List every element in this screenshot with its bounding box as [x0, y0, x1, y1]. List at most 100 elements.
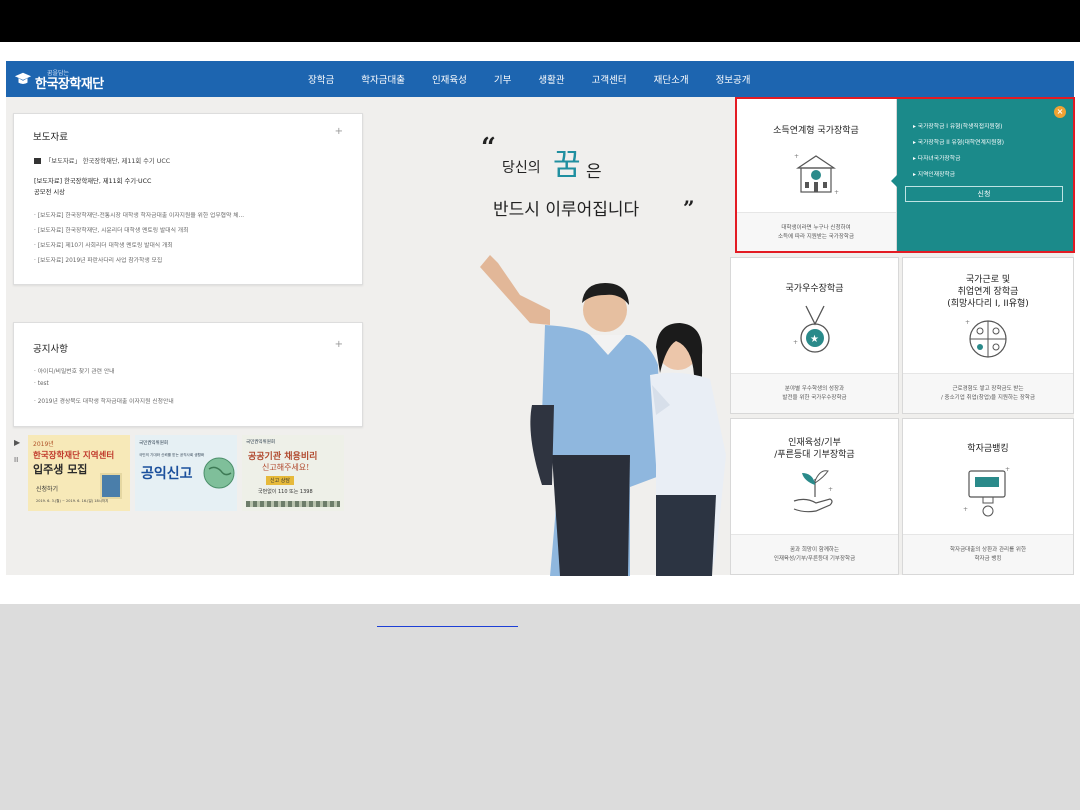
- svg-text:+: +: [1005, 466, 1010, 473]
- press-headline-1[interactable]: [보도자료] 한국장학재단, 제11회 수기·UCC: [34, 176, 151, 185]
- svg-text:★: ★: [810, 334, 819, 345]
- graduation-cap-icon: [14, 72, 32, 84]
- press-featured[interactable]: 「보도자료」 한국장학재단, 제11회 수기 UCC: [34, 156, 170, 165]
- underlined-link[interactable]: [377, 626, 518, 627]
- banner-play-button[interactable]: ▶: [14, 438, 20, 447]
- dorm-recruit-banner[interactable]: 2019년 한국장학재단 지역센터 입주생 모집 신청하기 2019. 6. 3…: [28, 435, 130, 511]
- press-title: 보도자료: [33, 132, 68, 143]
- card-excellence-desc: 분야별 우수학생의 성장과발전을 위한 국가우수장학금: [731, 373, 898, 413]
- public-report-banner[interactable]: 국민권익위원회 국민의 기대와 신뢰를 받는 공직사회 생활화 공익신고: [135, 435, 237, 511]
- card-excellence-desc-2: 발전을 위한 국가우수장학금: [782, 395, 847, 401]
- card-talent-donation-scholarship[interactable]: 인재육성/기부 /푸른등대 기부장학금 + 꿈과 희망이 함께하는인재육성/기부…: [730, 418, 899, 575]
- medal-icon: ★ +: [793, 305, 830, 353]
- svg-text:+: +: [963, 506, 968, 513]
- notice-item[interactable]: · test: [34, 381, 49, 387]
- banner3-tag: 신고 상담: [266, 476, 294, 485]
- card-talent-desc-1: 꿈과 희망이 함께하는: [789, 547, 840, 553]
- newspaper-icon: [34, 158, 41, 164]
- card-work-desc-2: / 중소기업 취업(창업)을 지원하는 장학금: [940, 395, 1036, 401]
- banner2-org: 국민권익위원회: [139, 441, 168, 446]
- top-menu: 장학금 학자금대출 인재육성 기부 생활관 고객센터 재단소개 정보공개: [306, 61, 751, 97]
- menu-customer-center[interactable]: 고객센터: [592, 72, 627, 86]
- press-item-text: [보도자료] 2019년 파란사다리 사업 참가학생 모집: [37, 258, 163, 264]
- notice-item-text: 아이디/비밀번호 찾기 관련 안내: [37, 369, 115, 375]
- card-work-title-2: 취업연계 장학금: [957, 287, 1019, 297]
- notice-item-text: 2019년 경상북도 대학생 학자금대출 이자지원 신청안내: [37, 399, 174, 405]
- site-logo[interactable]: 꿈을담는 한국장학재단: [14, 66, 104, 92]
- students-photo: [480, 255, 726, 576]
- menu-dormitory[interactable]: 생활관: [538, 72, 564, 86]
- card-talent-desc-2: 인재육성/기부/푸른등대 기부장학금: [773, 556, 856, 562]
- card-work-desc: 근로경험도 쌓고 장학금도 받는 / 중소기업 취업(창업)을 지원하는 장학금: [903, 373, 1073, 413]
- banner3-org: 국민권익위원회: [246, 440, 275, 445]
- banner1-title-2: 입주생 모집: [33, 463, 88, 476]
- press-item-text: [보도자료] 제10기 사회리더 대학생 멘토링 발대식 개최: [37, 243, 173, 249]
- monitor-icon: + +: [963, 466, 1010, 517]
- press-item-text: [보도자료] 한국장학재단, 시윤리더 대학생 멘토링 발대식 개최: [37, 228, 189, 234]
- card-excellence-desc-1: 분야별 우수학생의 성장과: [784, 386, 845, 392]
- svg-text:+: +: [965, 319, 970, 326]
- press-featured-text: 「보도자료」 한국장학재단, 제11회 수기 UCC: [45, 158, 171, 165]
- card-work-title-1: 국가근로 및: [965, 275, 1011, 285]
- card-student-banking[interactable]: 학자금뱅킹 + + 학자금대출의 상환과 관리를 위한 학자금 뱅킹: [902, 418, 1074, 575]
- press-more-button[interactable]: +: [335, 126, 343, 137]
- banner3-phone: 국번없이 110 또는 1398: [258, 489, 313, 495]
- hero-dream: 꿈: [553, 148, 581, 183]
- banner1-year: 2019년: [33, 441, 54, 448]
- card-excellence-title: 국가우수장학금: [785, 284, 844, 294]
- notice-title: 공지사항: [33, 344, 68, 355]
- card-talent-title-2: /푸른등대 기부장학금: [774, 450, 855, 460]
- highlight-box: [735, 97, 1075, 253]
- menu-talent[interactable]: 인재육성: [432, 72, 467, 86]
- press-item-text: [보도자료] 한국장학재단-전통시장 대학생 학자금대출 이자지원을 위한 업무…: [37, 213, 245, 219]
- open-quote: “: [481, 133, 496, 163]
- hero-line1-a: 당신의: [502, 160, 541, 176]
- recruit-corruption-banner[interactable]: 국민권익위원회 공공기관 채용비리 신고해주세요! 신고 상담 국번없이 110…: [242, 435, 344, 511]
- globe-illustration: [203, 457, 235, 489]
- press-item[interactable]: · [보도자료] 한국장학재단-전통시장 대학생 학자금대출 이자지원을 위한 …: [34, 210, 244, 219]
- hand-sprout-icon: +: [793, 470, 833, 513]
- notice-item[interactable]: · 2019년 경상북도 대학생 학자금대출 이자지원 신청안내: [34, 396, 174, 405]
- top-black-bar: [0, 0, 1080, 42]
- menu-about[interactable]: 재단소개: [654, 72, 689, 86]
- card-talent-title-1: 인재육성/기부: [788, 438, 841, 448]
- press-item[interactable]: · [보도자료] 2019년 파란사다리 사업 참가학생 모집: [34, 255, 162, 264]
- menu-donation[interactable]: 기부: [494, 72, 511, 86]
- menu-disclosure[interactable]: 정보공개: [716, 72, 751, 86]
- svg-text:+: +: [828, 486, 833, 493]
- banner2-sub: 국민의 기대와 신뢰를 받는 공직사회 생활화: [139, 453, 205, 457]
- banner-pause-button[interactable]: II: [14, 456, 18, 464]
- svg-text:+: +: [793, 339, 798, 346]
- notice-item-text: test: [37, 381, 49, 387]
- hero-line2: 반드시 이루어집니다: [493, 200, 640, 220]
- card-work-desc-1: 근로경험도 쌓고 장학금도 받는: [952, 386, 1024, 392]
- banner2-title: 공익신고: [141, 466, 193, 482]
- city-skyline-illustration: [246, 501, 340, 507]
- menu-student-loan[interactable]: 학자금대출: [361, 72, 405, 86]
- press-item[interactable]: · [보도자료] 제10기 사회리더 대학생 멘토링 발대식 개최: [34, 240, 173, 249]
- main-navigation: 꿈을담는 한국장학재단 장학금 학자금대출 인재육성 기부 생활관 고객센터 재…: [6, 61, 1074, 97]
- notice-panel: 공지사항 + · 아이디/비밀번호 찾기 관련 안내 · test · 2019…: [13, 322, 363, 427]
- banner1-apply: 신청하기: [36, 486, 59, 493]
- notice-more-button[interactable]: +: [335, 339, 343, 350]
- card-excellence-scholarship[interactable]: 국가우수장학금 ★ + 분야별 우수학생의 성장과발전을 위한 국가우수장학금: [730, 257, 899, 414]
- card-work-scholarship[interactable]: 국가근로 및 취업연계 장학금 (희망사다리 I, II유형) + 근로경험도 …: [902, 257, 1074, 414]
- menu-scholarship[interactable]: 장학금: [308, 72, 334, 86]
- card-banking-desc-1: 학자금대출의 상환과 관리를 위한: [949, 547, 1027, 553]
- team-people-icon: +: [965, 319, 1007, 358]
- press-release-panel: 보도자료 + 「보도자료」 한국장학재단, 제11회 수기 UCC [보도자료]…: [13, 113, 363, 285]
- banner1-date: 2019. 6. 3.(월) ~ 2019. 6. 16.(일) 18시까지: [36, 499, 109, 503]
- press-headline-2[interactable]: 공모전 시상: [34, 187, 65, 196]
- card-talent-desc: 꿈과 희망이 함께하는인재육성/기부/푸른등대 기부장학금: [731, 534, 898, 574]
- logo-text: 한국장학재단: [35, 76, 104, 92]
- banner3-title-2: 신고해주세요!: [262, 463, 310, 472]
- building-illustration: [100, 473, 122, 499]
- close-quote: ”: [683, 196, 695, 220]
- card-banking-desc: 학자금대출의 상환과 관리를 위한 학자금 뱅킹: [903, 534, 1073, 574]
- hero-line1-b: 은: [586, 162, 602, 182]
- banner3-title-1: 공공기관 채용비리: [248, 452, 318, 462]
- notice-item[interactable]: · 아이디/비밀번호 찾기 관련 안내: [34, 366, 115, 375]
- card-work-title-3: (희망사다리 I, II유형): [947, 299, 1029, 309]
- banner1-title-1: 한국장학재단 지역센터: [33, 451, 115, 461]
- press-item[interactable]: · [보도자료] 한국장학재단, 시윤리더 대학생 멘토링 발대식 개최: [34, 225, 188, 234]
